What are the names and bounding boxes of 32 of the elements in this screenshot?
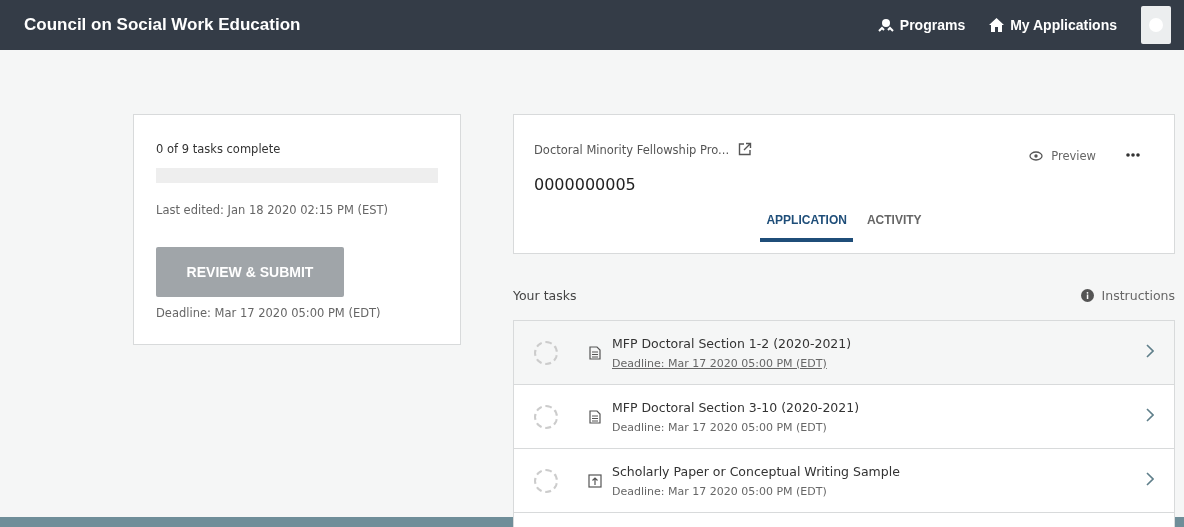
task-row[interactable]: MFP Doctoral Section 1-2 (2020-2021) Deadline: Mar 17 2020 05:00 PM (EDT) bbox=[514, 321, 1174, 385]
upload-icon bbox=[588, 473, 602, 488]
eye-icon bbox=[1029, 151, 1044, 161]
task-title: Scholarly Paper or Conceptual Writing Sample bbox=[612, 463, 901, 479]
instructions-link[interactable]: Instructions bbox=[1080, 288, 1175, 303]
people-icon bbox=[877, 18, 894, 32]
task-progress-text: 0 of 9 tasks complete bbox=[156, 142, 282, 156]
deadline-text: Deadline: Mar 17 2020 05:00 PM (EDT) bbox=[156, 306, 382, 320]
task-deadline: Deadline: Mar 17 2020 05:00 PM (EDT) bbox=[612, 356, 828, 370]
last-edited-text: Last edited: Jan 18 2020 02:15 PM (EST) bbox=[156, 203, 390, 217]
application-number: 0000000005 bbox=[534, 175, 637, 194]
tab[interactable]: ACTIVITY bbox=[860, 204, 928, 242]
task-deadline: Deadline: Mar 17 2020 05:00 PM (EDT) bbox=[612, 484, 828, 498]
task-title: MFP Doctoral Section 3-10 (2020-2021) bbox=[612, 399, 861, 415]
nav-link[interactable]: Programs bbox=[877, 17, 966, 33]
chevron-right-icon bbox=[1146, 344, 1154, 358]
more-icon[interactable] bbox=[1126, 153, 1140, 157]
chevron-right-icon bbox=[1146, 408, 1154, 422]
document-icon bbox=[589, 409, 601, 424]
site-title: Council on Social Work Education bbox=[24, 15, 302, 35]
task-row[interactable]: MFP Doctoral Section 3-10 (2020-2021) Deadline: Mar 17 2020 05:00 PM (EDT) bbox=[514, 385, 1174, 449]
section-heading: Your tasks bbox=[513, 288, 577, 303]
preview-link[interactable]: Preview bbox=[1029, 149, 1096, 163]
program-name: Doctoral Minority Fellowship Pro... bbox=[534, 143, 730, 157]
tab[interactable]: APPLICATION bbox=[760, 204, 853, 242]
task-deadline: Deadline: Mar 17 2020 05:00 PM (EDT) bbox=[612, 420, 828, 434]
document-icon bbox=[589, 345, 601, 360]
home-icon bbox=[989, 18, 1005, 32]
chevron-right-icon bbox=[1146, 472, 1154, 486]
task-title: MFP Doctoral Section 1-2 (2020-2021) bbox=[612, 335, 853, 351]
nav-link[interactable]: My Applications bbox=[989, 17, 1117, 33]
external-link-icon[interactable] bbox=[738, 141, 753, 156]
